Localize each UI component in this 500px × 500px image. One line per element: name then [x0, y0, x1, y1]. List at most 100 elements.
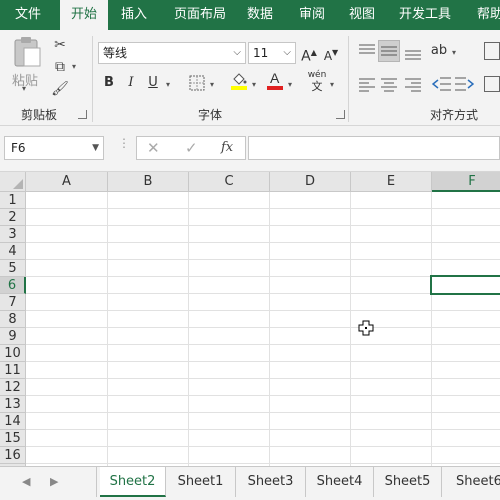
sheet-tab-sheet6[interactable]: Sheet6 — [442, 467, 500, 497]
active-cell[interactable] — [430, 275, 500, 295]
row-header-9[interactable]: 9 — [0, 328, 26, 345]
grow-font-button[interactable]: A▲ — [298, 42, 320, 65]
column-header-c[interactable]: C — [189, 172, 270, 192]
chevron-down-icon: ▾ — [72, 62, 77, 71]
gridline — [26, 276, 500, 277]
row-header-5[interactable]: 5 — [0, 260, 26, 277]
row-header-11[interactable]: 11 — [0, 362, 26, 379]
svg-text:A: A — [270, 70, 280, 86]
fill-color-button[interactable] — [228, 70, 250, 92]
sheet-tab-sheet1[interactable]: Sheet1 — [166, 467, 236, 497]
wrap-text-icon[interactable] — [484, 42, 500, 60]
underline-button[interactable]: U — [142, 72, 164, 94]
group-divider — [348, 36, 349, 122]
row-header-4[interactable]: 4 — [0, 243, 26, 260]
row-header-14[interactable]: 14 — [0, 413, 26, 430]
cancel-icon[interactable]: ✕ — [147, 139, 160, 157]
gridline — [26, 259, 500, 260]
format-painter-icon[interactable]: 🖌 — [50, 80, 70, 98]
paint-bucket-icon — [231, 73, 247, 90]
chevron-down-icon: ▾ — [452, 48, 457, 57]
tab-view[interactable]: 视图 — [342, 0, 382, 30]
ribbon: 粘贴 ▾ ✂ ⧉ ▾ 🖌 剪贴板 等线 ⌵ 11 ⌵ A▲ A▼ B I U ▾… — [0, 30, 500, 126]
column-header-e[interactable]: E — [351, 172, 432, 192]
phonetic-guide-button[interactable]: wén 文 — [306, 70, 328, 92]
align-left-icon[interactable] — [358, 78, 376, 92]
gridline — [26, 225, 500, 226]
tab-file[interactable]: 文件 — [0, 0, 56, 30]
row-header-15[interactable]: 15 — [0, 430, 26, 447]
row-header-10[interactable]: 10 — [0, 345, 26, 362]
align-bottom-icon[interactable] — [404, 46, 422, 60]
scroll-right-icon[interactable]: ▶ — [50, 475, 58, 488]
row-header-6[interactable]: 6 — [0, 277, 26, 294]
sheet-tab-sheet3[interactable]: Sheet3 — [236, 467, 306, 497]
tab-developer[interactable]: 开发工具 — [392, 0, 458, 30]
gridline — [26, 446, 500, 447]
paste-button[interactable]: 粘贴 ▾ — [10, 36, 44, 94]
row-header-1[interactable]: 1 — [0, 192, 26, 209]
clipboard-launcher-icon[interactable] — [78, 110, 87, 119]
font-group-label: 字体 — [197, 108, 222, 122]
italic-button[interactable]: I — [120, 72, 142, 94]
decrease-indent-icon[interactable] — [432, 76, 452, 92]
tab-divider — [96, 467, 97, 497]
name-box-value: F6 — [11, 141, 26, 155]
font-color-button[interactable]: A — [264, 70, 286, 92]
gridline — [26, 429, 500, 430]
row-header-13[interactable]: 13 — [0, 396, 26, 413]
align-center-icon[interactable] — [380, 78, 398, 92]
chevron-down-icon: ▾ — [330, 80, 335, 89]
insert-function-button[interactable]: fx — [221, 140, 233, 155]
select-all-button[interactable] — [0, 172, 26, 192]
tab-home[interactable]: 开始 — [60, 0, 108, 30]
gridline — [26, 412, 500, 413]
column-header-b[interactable]: B — [108, 172, 189, 192]
gridline — [26, 463, 500, 464]
row-header-3[interactable]: 3 — [0, 226, 26, 243]
chevron-down-icon: ▾ — [166, 80, 171, 89]
chevron-down-icon: ▾ — [210, 80, 215, 89]
increase-indent-icon[interactable] — [454, 76, 474, 92]
column-header-d[interactable]: D — [270, 172, 351, 192]
align-middle-button[interactable] — [378, 40, 400, 62]
align-right-icon[interactable] — [404, 78, 422, 92]
worksheet-grid[interactable]: A B C D E F 1 2 3 4 5 6 7 8 9 10 11 12 1… — [0, 172, 500, 466]
row-header-16[interactable]: 16 — [0, 447, 26, 464]
name-box[interactable]: F6 ▼ — [4, 136, 104, 160]
alignment-group-label: 对齐方式 — [430, 108, 479, 122]
row-header-12[interactable]: 12 — [0, 379, 26, 396]
sheet-tab-sheet5[interactable]: Sheet5 — [374, 467, 442, 497]
gridline — [26, 208, 500, 209]
font-name-select[interactable]: 等线 ⌵ — [98, 42, 246, 64]
sheet-tab-sheet2[interactable]: Sheet2 — [100, 467, 166, 497]
shrink-font-button[interactable]: A▼ — [320, 42, 342, 64]
formula-input[interactable] — [248, 136, 500, 160]
row-header-2[interactable]: 2 — [0, 209, 26, 226]
gridline — [269, 192, 270, 466]
borders-button[interactable] — [186, 72, 208, 94]
sheet-tab-sheet4[interactable]: Sheet4 — [306, 467, 374, 497]
font-name-value: 等线 — [103, 46, 128, 60]
scroll-left-icon[interactable]: ◀ — [22, 475, 30, 488]
tab-review[interactable]: 审阅 — [292, 0, 332, 30]
chevron-down-icon: ▾ — [22, 84, 27, 93]
merge-center-icon[interactable] — [484, 76, 500, 92]
tab-data[interactable]: 数据 — [240, 0, 280, 30]
font-launcher-icon[interactable] — [336, 110, 345, 119]
column-header-f[interactable]: F — [432, 172, 500, 192]
orientation-icon[interactable]: ab — [428, 40, 450, 62]
row-header-8[interactable]: 8 — [0, 311, 26, 328]
enter-icon[interactable]: ✓ — [185, 139, 198, 157]
row-header-7[interactable]: 7 — [0, 294, 26, 311]
align-top-icon[interactable] — [358, 44, 376, 58]
tab-help[interactable]: 帮助 — [470, 0, 500, 30]
tab-insert[interactable]: 插入 — [112, 0, 156, 30]
scissors-icon[interactable]: ✂ — [50, 36, 70, 54]
copy-icon[interactable]: ⧉ — [50, 58, 70, 76]
gridline — [26, 395, 500, 396]
font-size-select[interactable]: 11 ⌵ — [248, 42, 296, 64]
bold-button[interactable]: B — [98, 72, 120, 94]
tab-page-layout[interactable]: 页面布局 — [164, 0, 236, 30]
column-header-a[interactable]: A — [26, 172, 108, 192]
